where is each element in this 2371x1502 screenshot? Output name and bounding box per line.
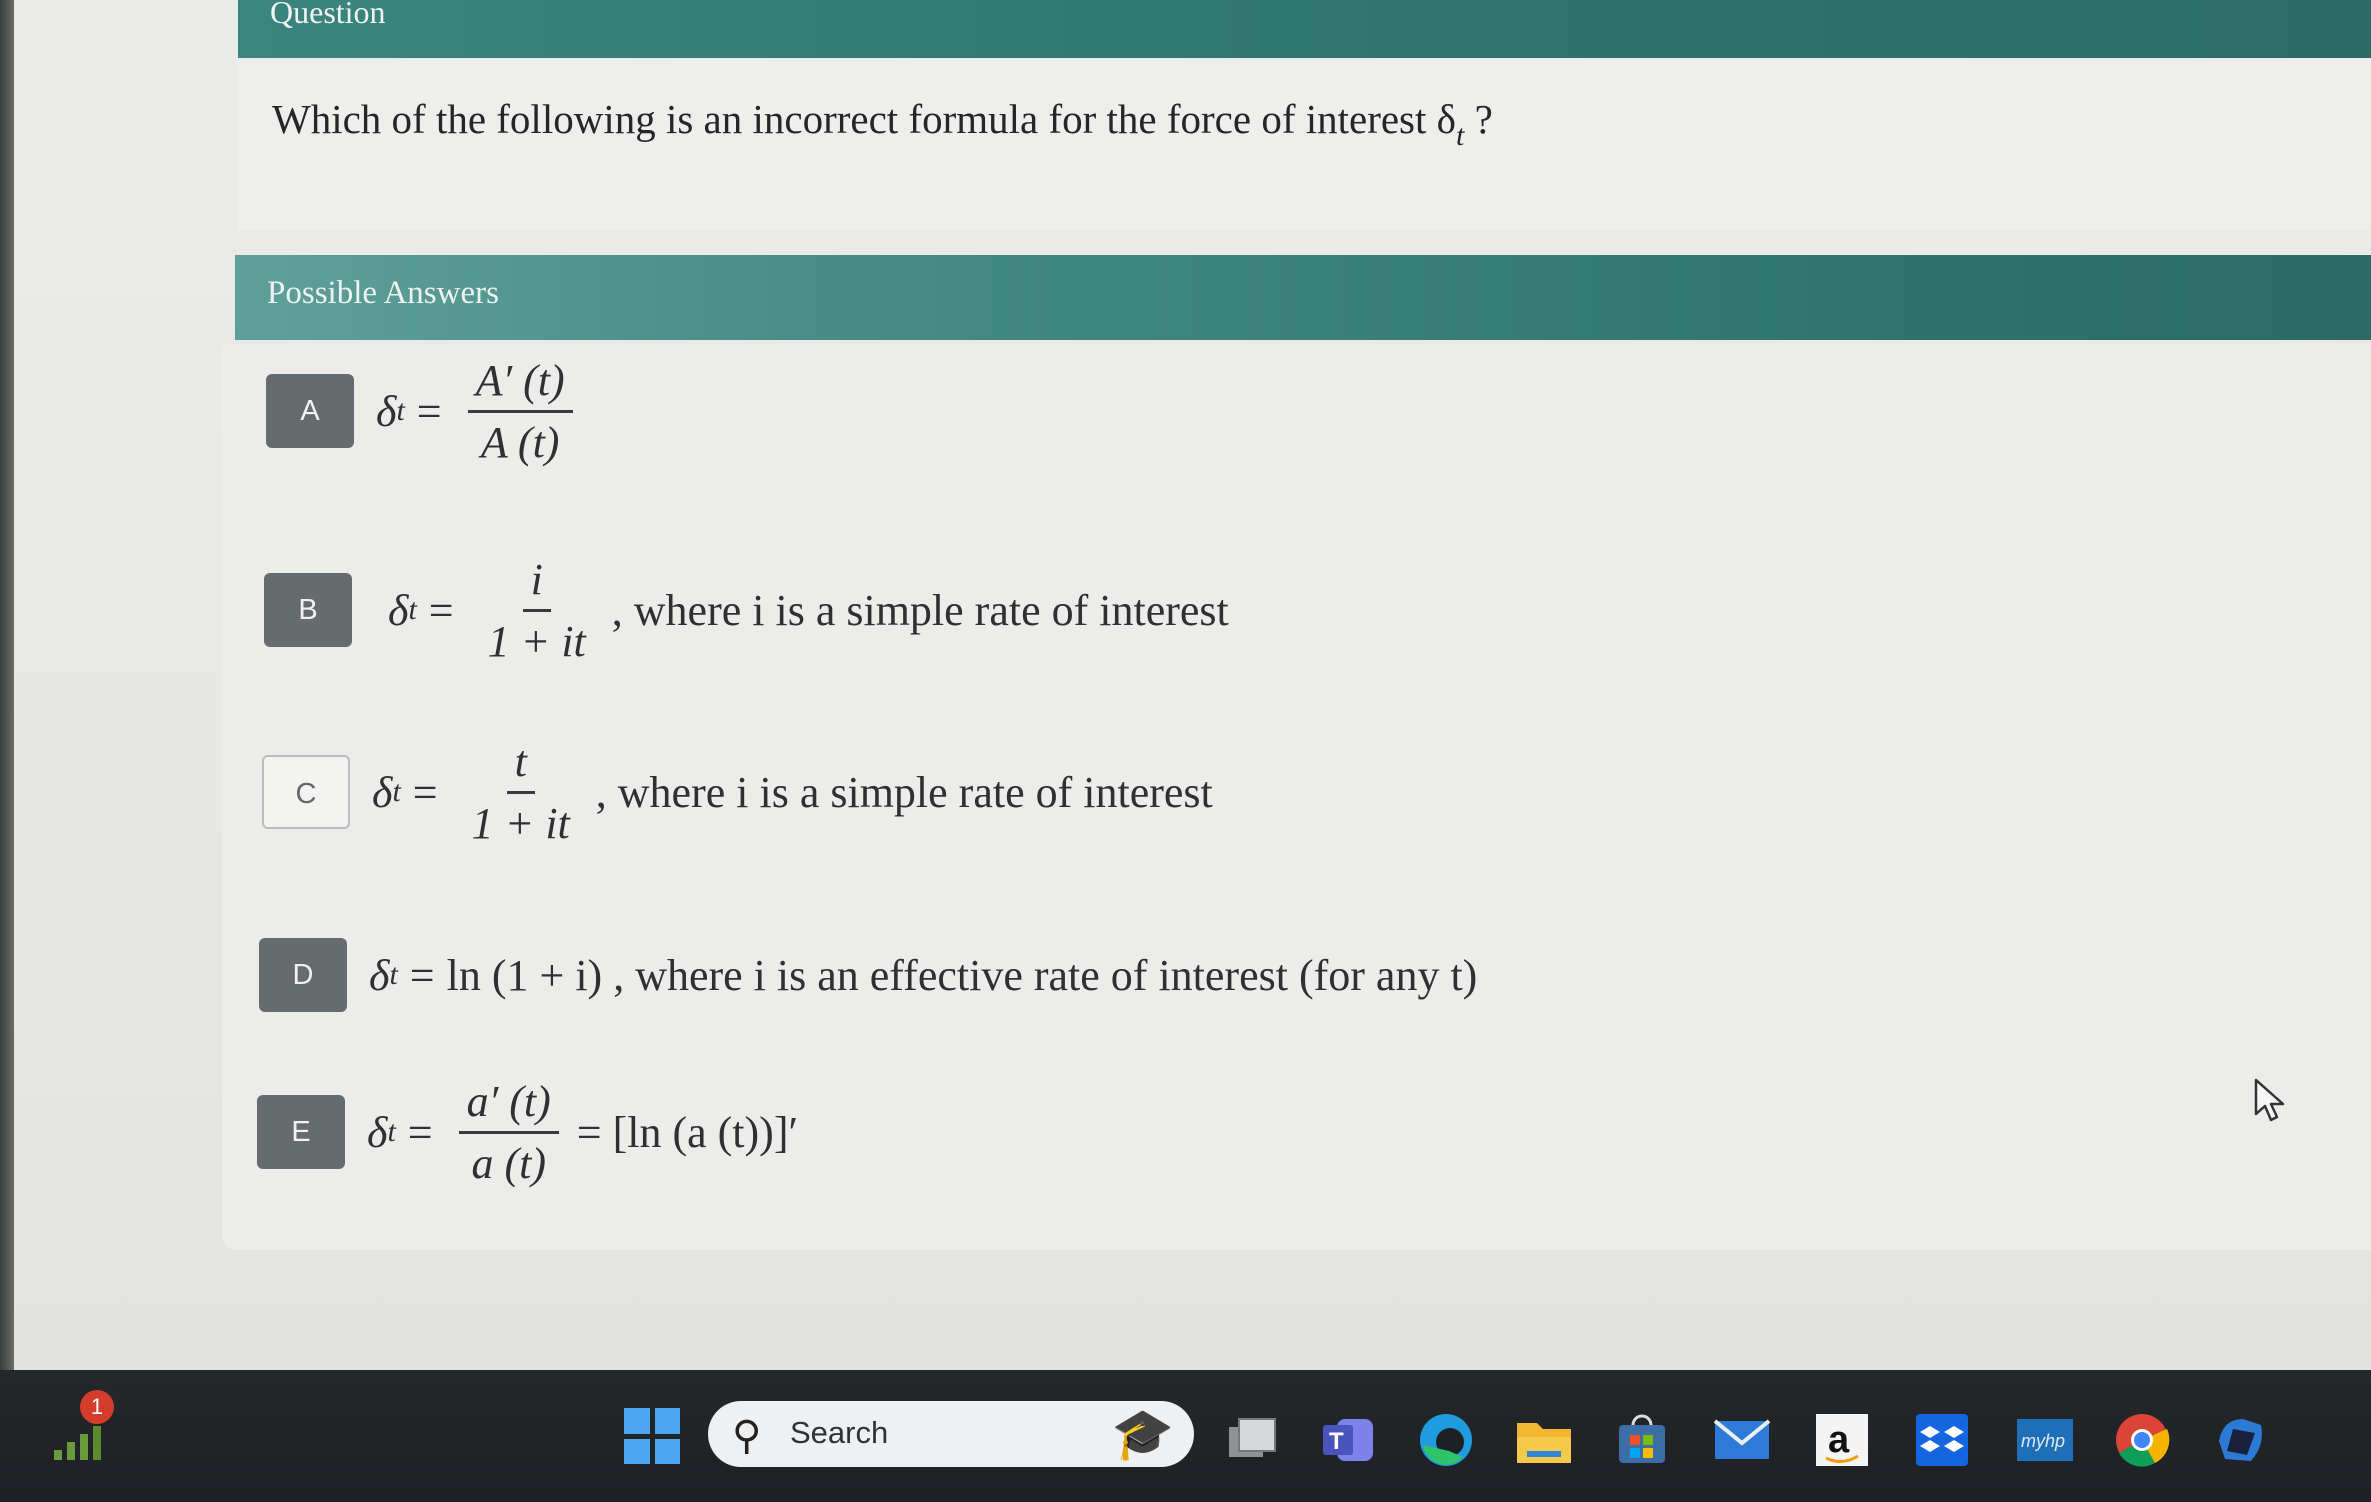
svg-text:T: T xyxy=(1329,1428,1344,1455)
edge-icon[interactable] xyxy=(1416,1410,1476,1470)
answer-formula-b: δt = i 1 + it , where i is a simple rate… xyxy=(388,554,1229,666)
answer-letter-e[interactable]: E xyxy=(257,1095,345,1169)
notification-badge: 1 xyxy=(80,1390,114,1424)
question-text: Which of the following is an incorrect f… xyxy=(272,96,1493,152)
amazon-icon[interactable]: a xyxy=(1812,1410,1872,1470)
answer-letter-d[interactable]: D xyxy=(259,938,347,1012)
question-header-label: Question xyxy=(270,0,386,30)
search-icon: ⚲ xyxy=(732,1413,762,1459)
myhp-icon[interactable]: myhp xyxy=(2014,1410,2076,1470)
answer-formula-d: δt = ln (1 + i) , where i is an effectiv… xyxy=(369,950,1478,1000)
answer-letter-a[interactable]: A xyxy=(266,374,354,448)
mail-icon[interactable] xyxy=(1712,1410,1772,1470)
task-view-icon[interactable] xyxy=(1222,1410,1282,1470)
question-header: Question xyxy=(238,0,2371,58)
fraction: t 1 + it xyxy=(471,736,570,848)
fraction: a′ (t) a (t) xyxy=(458,1076,559,1189)
answer-formula-e: δt = a′ (t) a (t) = [ln (a (t))]′ xyxy=(367,1076,799,1189)
taskbar: 1 ⚲ Search 🎓 T a myhp xyxy=(0,1370,2371,1502)
svg-text:a: a xyxy=(1828,1419,1850,1461)
chrome-icon[interactable] xyxy=(2112,1410,2172,1470)
store-icon[interactable] xyxy=(1612,1410,1672,1470)
search-label: Search xyxy=(790,1415,889,1450)
answer-formula-a: δt = A′ (t) A (t) xyxy=(376,326,587,496)
copilot-icon[interactable] xyxy=(2210,1410,2270,1470)
possible-answers-label: Possible Answers xyxy=(267,275,499,311)
monitor-bezel xyxy=(0,0,14,1370)
fraction: A′ (t) A (t) xyxy=(467,355,573,468)
answer-formula-c: δt = t 1 + it , where i is a simple rate… xyxy=(372,736,1213,848)
answer-letter-c[interactable]: C xyxy=(262,755,350,829)
graduation-cap-icon: 🎓 xyxy=(1111,1405,1174,1463)
answer-letter-b[interactable]: B xyxy=(264,573,352,647)
mouse-cursor-icon xyxy=(2254,1078,2285,1122)
dropbox-icon[interactable] xyxy=(1912,1410,1972,1470)
fraction: i 1 + it xyxy=(487,554,586,666)
svg-text:myhp: myhp xyxy=(2021,1431,2065,1451)
teams-icon[interactable]: T xyxy=(1318,1410,1378,1470)
windows-start-icon[interactable] xyxy=(624,1408,680,1464)
file-explorer-icon[interactable] xyxy=(1514,1410,1574,1470)
taskbar-search[interactable]: ⚲ Search 🎓 xyxy=(708,1401,1194,1467)
